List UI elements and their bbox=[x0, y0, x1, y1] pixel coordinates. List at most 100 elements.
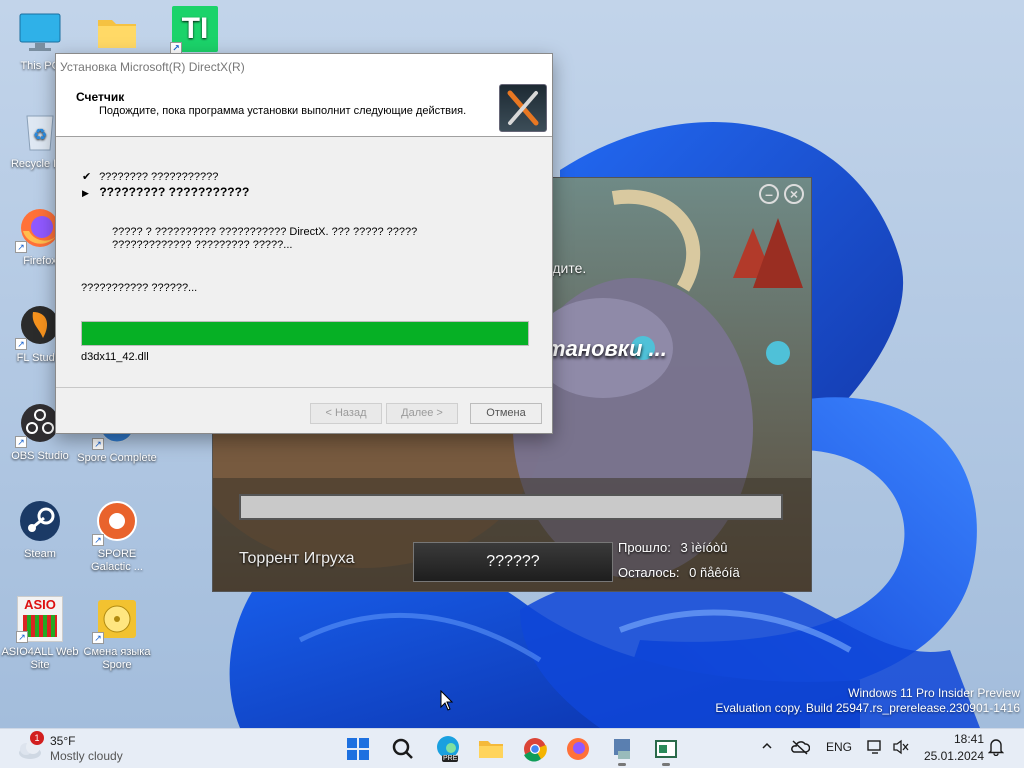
elapsed-value: 3 ìèíóòû bbox=[680, 540, 728, 555]
close-icon: × bbox=[789, 186, 799, 202]
monitor-icon bbox=[17, 10, 63, 56]
installer-taskbar-button[interactable] bbox=[606, 733, 638, 766]
remaining-label: Осталось: bbox=[618, 565, 680, 580]
asio-glyph: ASIO bbox=[24, 597, 56, 612]
next-button[interactable]: Далее > bbox=[386, 403, 458, 424]
tl-app-icon: TI ↗ bbox=[170, 6, 218, 54]
language-indicator[interactable]: ENG bbox=[826, 740, 852, 754]
chevron-up-icon bbox=[762, 742, 772, 749]
setup-icon bbox=[614, 739, 630, 759]
asio-grid-icon bbox=[23, 615, 57, 637]
start-button[interactable] bbox=[342, 733, 374, 765]
cancel-button[interactable]: Отмена bbox=[470, 403, 542, 424]
tl-app-glyph: TI bbox=[181, 12, 209, 45]
asio4all-icon: ASIO ↗ bbox=[16, 596, 63, 643]
windows-watermark: Windows 11 Pro Insider Preview Evaluatio… bbox=[715, 686, 1020, 716]
app-window-icon bbox=[655, 740, 677, 758]
windows-logo-icon bbox=[347, 738, 369, 760]
desktop-icon-label: OBS Studio bbox=[11, 450, 69, 462]
search-icon bbox=[392, 738, 413, 759]
step-completed: ✔ ???????? ??????????? bbox=[82, 170, 218, 183]
volume-button[interactable] bbox=[892, 739, 910, 758]
preview-badge: PRE bbox=[442, 755, 459, 762]
desktop-icon-label: ASIO4ALL Web Site bbox=[1, 646, 79, 671]
clock[interactable]: 18:41 25.01.2024 bbox=[920, 731, 984, 765]
status-text: ??????????? ??????... bbox=[81, 282, 198, 294]
shortcut-arrow-icon: ↗ bbox=[16, 631, 28, 643]
search-button[interactable] bbox=[387, 733, 419, 765]
installer-action-button[interactable]: ?????? bbox=[413, 542, 613, 582]
desktop-icon-asio4all[interactable]: ASIO ↗ ASIO4ALL Web Site bbox=[0, 596, 80, 672]
desktop-icon-label: Spore Complete bbox=[77, 452, 157, 464]
bell-icon bbox=[987, 739, 1005, 757]
desktop-icon-label: SPORE Galactic ... bbox=[91, 548, 143, 573]
shortcut-arrow-icon: ↗ bbox=[92, 438, 104, 450]
dialog-title-bar[interactable]: Установка Microsoft(R) DirectX(R) bbox=[56, 54, 552, 80]
file-explorer-button[interactable] bbox=[475, 733, 507, 765]
disc-icon: ↗ bbox=[92, 596, 140, 644]
dialog-progress-fill bbox=[82, 322, 528, 345]
folder-icon bbox=[479, 741, 503, 758]
back-button[interactable]: < Назад bbox=[310, 403, 382, 424]
directx-setup-dialog[interactable]: Установка Microsoft(R) DirectX(R) Счетчи… bbox=[55, 53, 553, 434]
elapsed-time: Прошло: 3 ìèíóòû bbox=[618, 540, 727, 555]
onedrive-button[interactable] bbox=[790, 739, 811, 758]
step-current: ▶ ????????? ??????????? bbox=[82, 185, 249, 199]
network-icon bbox=[867, 740, 881, 754]
dialog-title: Установка Microsoft(R) DirectX(R) bbox=[60, 60, 245, 74]
installer-minimize-button[interactable]: – bbox=[759, 184, 779, 204]
dialog-subheading: Подождите, пока программа установки выпо… bbox=[99, 105, 467, 117]
dialog-divider bbox=[56, 387, 552, 388]
svg-text:♻: ♻ bbox=[33, 127, 47, 144]
desktop-icon-label: Смена языка Spore bbox=[83, 646, 151, 671]
spore-galactic-icon: ↗ bbox=[92, 498, 140, 546]
show-hidden-icons-button[interactable] bbox=[761, 739, 773, 755]
notifications-button[interactable] bbox=[987, 738, 1005, 759]
speaker-muted-icon bbox=[893, 739, 909, 755]
elapsed-label: Прошло: bbox=[618, 540, 671, 555]
edge-preview-button[interactable]: PRE bbox=[432, 733, 464, 765]
steam-icon bbox=[17, 498, 63, 544]
active-indicator bbox=[618, 763, 626, 766]
installer-close-button[interactable]: × bbox=[784, 184, 804, 204]
installer-brand: Торрент Игруха bbox=[239, 550, 355, 567]
watermark-edition: Windows 11 Pro Insider Preview bbox=[848, 686, 1020, 700]
chrome-icon bbox=[524, 738, 547, 762]
taskbar: 1 35°F Mostly cloudy PRE ENG 18:41 25.01… bbox=[0, 728, 1024, 768]
active-indicator bbox=[662, 763, 670, 766]
shortcut-arrow-icon: ↗ bbox=[92, 534, 104, 546]
minimize-icon: – bbox=[765, 186, 773, 202]
desktop-icon-spore-language[interactable]: ↗ Смена языка Spore bbox=[77, 596, 157, 672]
desktop-icon-label: Steam bbox=[24, 548, 56, 560]
desktop-icon-spore-galactic[interactable]: ↗ SPORE Galactic ... bbox=[77, 498, 157, 574]
shortcut-arrow-icon: ↗ bbox=[15, 436, 27, 448]
weather-description: Mostly cloudy bbox=[50, 749, 123, 763]
notification-badge: 1 bbox=[30, 731, 44, 745]
folder-icon bbox=[94, 10, 140, 56]
remaining-time: Осталось: 0 ñåêóíä bbox=[618, 565, 740, 580]
desktop-icon-tl[interactable]: TI ↗ bbox=[155, 6, 235, 56]
weather-widget[interactable]: 1 35°F Mostly cloudy bbox=[16, 731, 156, 767]
shortcut-arrow-icon: ↗ bbox=[15, 241, 27, 253]
directx-logo-icon bbox=[499, 84, 547, 132]
desktop-icon-steam[interactable]: Steam bbox=[0, 498, 80, 561]
network-button[interactable] bbox=[866, 738, 884, 759]
dialog-heading: Счетчик bbox=[76, 90, 125, 104]
step-label: ???????? ??????????? bbox=[99, 171, 219, 183]
dialog-progress-bar bbox=[81, 321, 529, 346]
watermark-build: Evaluation copy. Build 25947.rs_prerelea… bbox=[715, 701, 1020, 715]
window-taskbar-button[interactable] bbox=[650, 733, 682, 766]
clock-time: 18:41 bbox=[953, 732, 984, 746]
dialog-header: Счетчик Подождите, пока программа устано… bbox=[56, 80, 552, 137]
shortcut-arrow-icon: ↗ bbox=[92, 632, 104, 644]
step-label: ????????? ??????????? bbox=[99, 185, 250, 199]
firefox-taskbar-button[interactable] bbox=[562, 733, 594, 765]
arrow-right-icon: ▶ bbox=[82, 188, 89, 198]
current-file: d3dx11_42.dll bbox=[81, 351, 149, 363]
checkmark-icon: ✔ bbox=[82, 171, 92, 183]
weather-temperature: 35°F bbox=[50, 734, 76, 748]
step-description: ????? ? ?????????? ??????????? DirectX. … bbox=[112, 226, 418, 251]
clock-date: 25.01.2024 bbox=[923, 749, 984, 763]
shortcut-arrow-icon: ↗ bbox=[15, 338, 27, 350]
chrome-button[interactable] bbox=[519, 733, 551, 765]
